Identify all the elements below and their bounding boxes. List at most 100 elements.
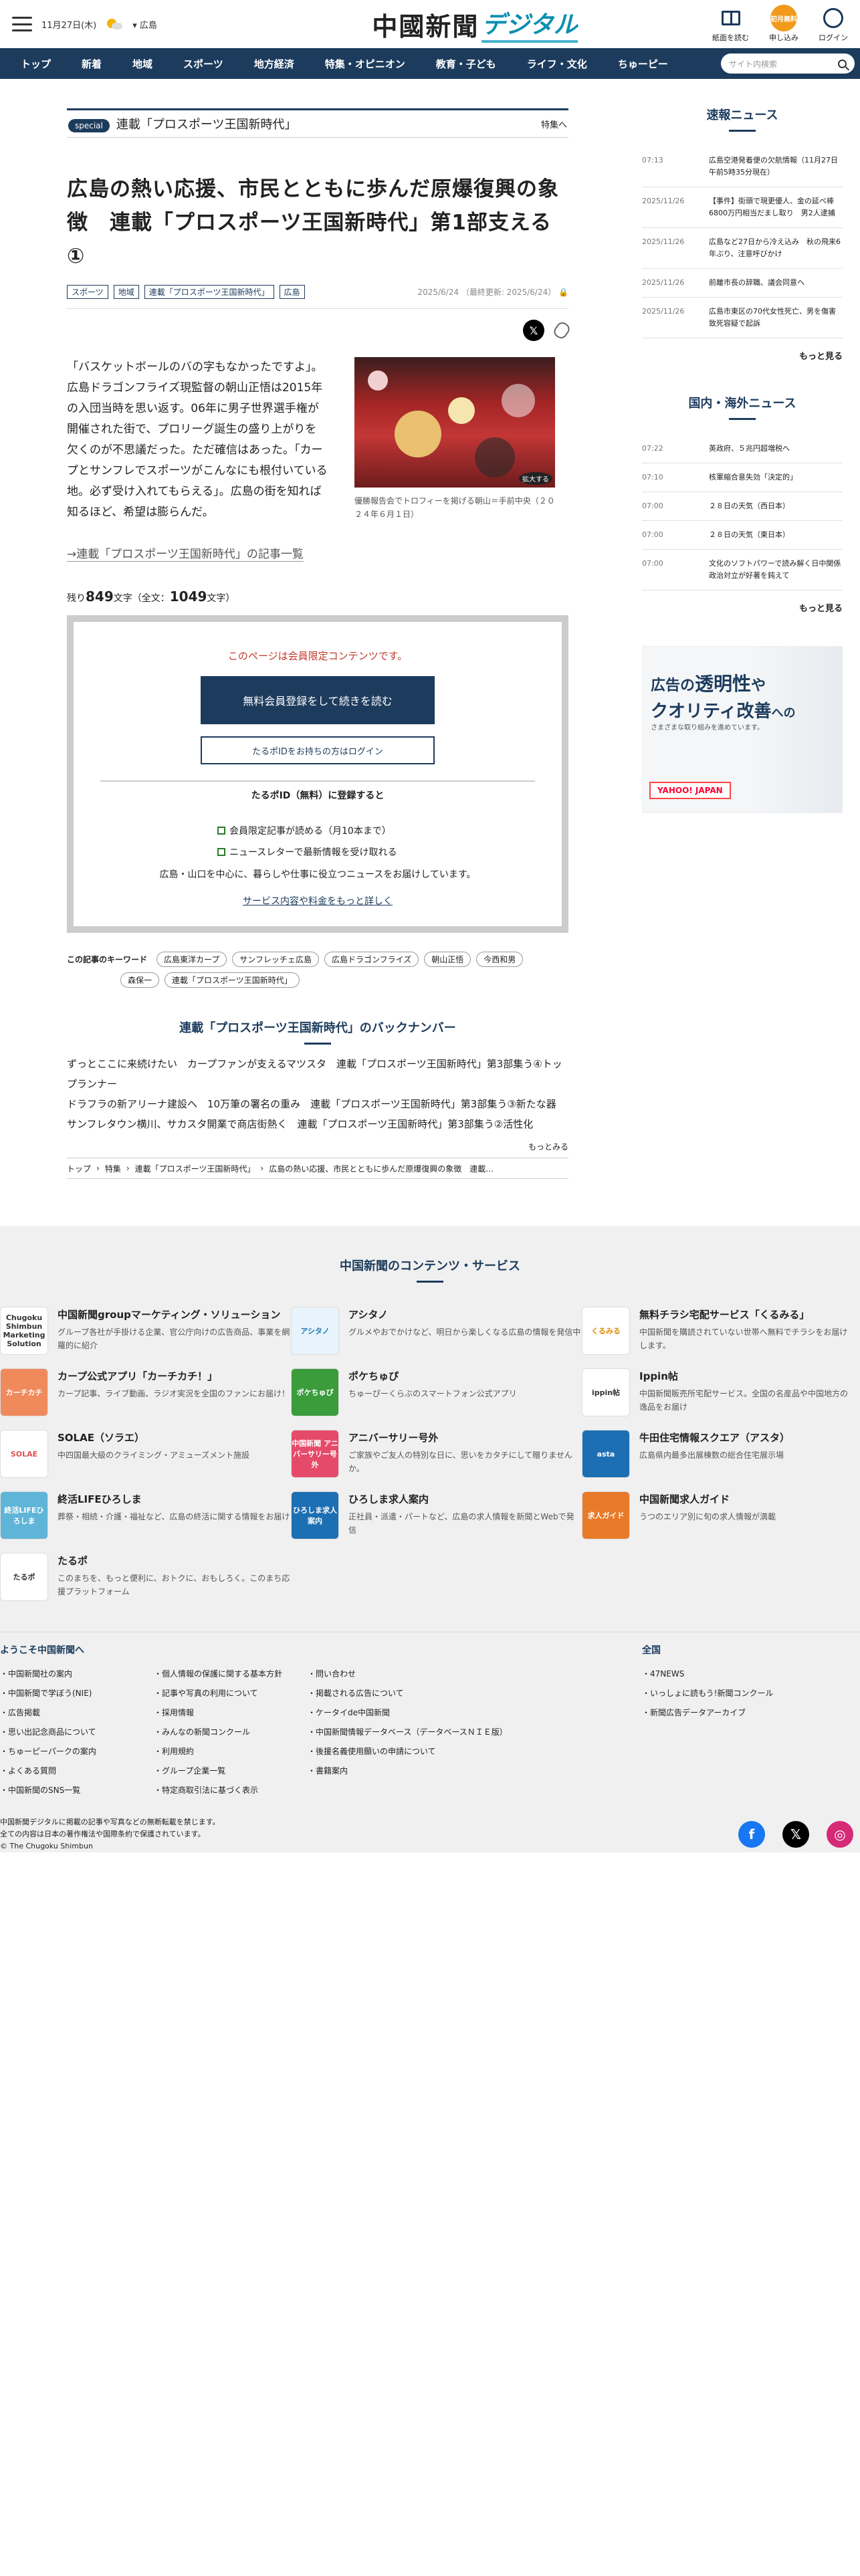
keyword-tag[interactable]: サンフレッチェ広島 <box>232 952 319 967</box>
keyword-tag[interactable]: 森保一 <box>120 972 160 988</box>
footer-link[interactable]: ・中国新聞で学ぼう(NIE) <box>0 1684 154 1703</box>
service-item[interactable]: カーチカチ カープ公式アプリ「カーチカチ！」 カープ記事、ライブ動画、ラジオ実況を… <box>0 1368 291 1416</box>
weather-icon[interactable] <box>106 17 123 31</box>
footer-link[interactable]: ・グループ企業一覧 <box>154 1761 308 1781</box>
backnumber-item[interactable]: サンフレタウン横川、サカスタ開業で商店街熱く 連載「プロスポーツ王国新時代」第3… <box>67 1114 568 1134</box>
service-item[interactable]: ポケちゅぴ ポケちゅぴ ちゅーぴーくらぶのスマートフォン公式アプリ <box>291 1368 582 1416</box>
service-item[interactable]: 中国新聞 アニバーサリー号外 アニバーサリー号外 ご家族やご友人の特別な日に、思い… <box>291 1430 582 1478</box>
login-with-id-button[interactable]: たるポIDをお持ちの方はログイン <box>201 736 435 764</box>
footer-link[interactable]: ・思い出記念商品について <box>0 1723 154 1742</box>
expand-photo-button[interactable]: 拡大する <box>519 472 552 485</box>
nav-education[interactable]: 教育・子ども <box>421 57 512 71</box>
footer-link[interactable]: ・広告掲載 <box>0 1703 154 1723</box>
service-item[interactable]: 終活LIFEひろしま 終活LIFEひろしま 葬祭・相続・介護・福祉など、広島の終活… <box>0 1491 291 1539</box>
register-button[interactable]: 無料会員登録をして続きを読む <box>201 676 435 724</box>
service-item[interactable]: ippin帖 Ippin帖 中国新聞販売所宅配サービス。全国の名産品や中国地方の逸… <box>582 1368 849 1416</box>
footer-link[interactable]: ・よくある質問 <box>0 1761 154 1781</box>
copyright-line: 中国新聞デジタルに掲載の記事や写真などの無断転載を禁じます。 <box>0 1818 220 1826</box>
footer-link[interactable]: ・個人情報の保護に関する基本方針 <box>154 1665 308 1684</box>
nav-economy[interactable]: 地方経済 <box>239 57 310 71</box>
news-item[interactable]: 2025/11/26 広島市東区の70代女性死亡、男を傷害致死容疑で起訴 <box>642 298 843 338</box>
footer-link[interactable]: ・後援名義使用願いの申請について <box>308 1742 522 1761</box>
news-item[interactable]: 2025/11/26 【事件】街頭で現更優人、金の延べ棒6800万円相当だまし取り… <box>642 187 843 228</box>
breadcrumb-item[interactable]: 連載「プロスポーツ王国新時代」 <box>135 1163 255 1174</box>
nav-new[interactable]: 新着 <box>66 57 117 71</box>
service-item[interactable]: asta 牛田住宅情報スクエア（アスタ） 広島県内最多出展棟数の総合住宅展示場 <box>582 1430 849 1478</box>
x-icon[interactable]: 𝕏 <box>782 1821 809 1848</box>
breadcrumb-item[interactable]: 特集 <box>105 1163 121 1174</box>
backnumber-more[interactable]: もっとみる <box>67 1141 568 1152</box>
news-item[interactable]: 07:00 ２８日の天気（西日本） <box>642 492 843 521</box>
news-item[interactable]: 07:10 核軍縮合意失効「決定的」 <box>642 463 843 492</box>
news-item[interactable]: 07:00 文化のソフトパワーで読み解く日中関係 政治対立が好著を鈍えて <box>642 550 843 591</box>
service-item[interactable]: アシタノ アシタノ グルメやおでかけなど、明日から楽しくなる広島の情報を発信中 <box>291 1307 582 1355</box>
search-icon[interactable] <box>838 59 847 68</box>
nav-feature[interactable]: 特集・オピニオン <box>310 57 421 71</box>
search-input[interactable]: サイト内検索 <box>721 53 855 74</box>
footer-link[interactable]: ・新聞広告データアーカイブ <box>642 1703 796 1723</box>
login-button[interactable]: ログイン <box>819 5 848 43</box>
keyword-tag[interactable]: 広島ドラゴンフライズ <box>324 952 419 967</box>
nav-chupy[interactable]: ちゅーピー <box>603 57 683 71</box>
article-photo[interactable]: 拡大する 優勝報告会でトロフィーを掲げる朝山＝手前中央（２０２４年６月１日） <box>354 357 555 523</box>
backnumber-item[interactable]: ドラフラの新アリーナ建設へ 10万筆の署名の重み 連載「プロスポーツ王国新時代」… <box>67 1094 568 1114</box>
x-share-icon[interactable]: 𝕏 <box>523 320 544 341</box>
footer-link[interactable]: ・47NEWS <box>642 1665 796 1684</box>
tag-local[interactable]: 地域 <box>113 285 139 299</box>
news-item[interactable]: 2025/11/26 前離市長の辞職、議会同意へ <box>642 269 843 298</box>
breaking-more-link[interactable]: もっと見る <box>642 349 843 362</box>
facebook-icon[interactable]: f <box>738 1821 765 1848</box>
service-details-link[interactable]: サービス内容や料金をもっと詳しく <box>243 894 393 907</box>
series-list-link[interactable]: →連載「プロスポーツ王国新時代」の記事一覧 <box>67 544 304 562</box>
region-select[interactable]: ▾ 広島 <box>132 18 157 31</box>
service-item[interactable]: ひろしま求人案内 ひろしま求人案内 正社員・派遣・パートなど、広島の求人情報を新聞… <box>291 1491 582 1539</box>
keyword-tag[interactable]: 連載「プロスポーツ王国新時代」 <box>165 972 300 988</box>
footer-link[interactable]: ・いっしょに読もう!新聞コンクール <box>642 1684 796 1703</box>
news-item[interactable]: 07:22 英政府、５兆円超増税へ <box>642 435 843 463</box>
footer-link[interactable]: ・掲載される広告について <box>308 1684 522 1703</box>
news-item[interactable]: 07:13 広島空港発着便の欠航情報（11月27日午前5時35分現在） <box>642 146 843 187</box>
domestic-more-link[interactable]: もっと見る <box>642 601 843 614</box>
footer-link[interactable]: ・ケータイde中国新聞 <box>308 1703 522 1723</box>
footer-link[interactable]: ・中国新聞社の案内 <box>0 1665 154 1684</box>
news-item[interactable]: 07:00 ２８日の天気（東日本） <box>642 521 843 550</box>
footer-link[interactable]: ・みんなの新聞コンクール <box>154 1723 308 1742</box>
special-title[interactable]: 連載「プロスポーツ王国新時代」 <box>116 118 297 132</box>
footer-link[interactable]: ・問い合わせ <box>308 1665 522 1684</box>
site-logo[interactable]: 中國新聞 デジタル <box>372 5 578 43</box>
tag-sports[interactable]: スポーツ <box>67 285 108 299</box>
read-paper-button[interactable]: 紙面を読む <box>712 5 749 43</box>
nav-sports[interactable]: スポーツ <box>168 57 239 71</box>
nav-life[interactable]: ライフ・文化 <box>512 57 603 71</box>
service-item[interactable]: 求人ガイド 中国新聞求人ガイド うつのエリア別に旬の求人情報が満載 <box>582 1491 849 1539</box>
tag-hiroshima[interactable]: 広島 <box>279 285 305 299</box>
backnumber-item[interactable]: ずっとここに来続けたい カープファンが支えるマツスタ 連載「プロスポーツ王国新時… <box>67 1054 568 1094</box>
service-item[interactable]: Chugoku Shimbun Marketing Solution 中国新聞g… <box>0 1307 291 1355</box>
keyword-tag[interactable]: 朝山正悟 <box>424 952 471 967</box>
footer-link[interactable]: ・利用規約 <box>154 1742 308 1761</box>
nav-local[interactable]: 地域 <box>117 57 168 71</box>
footer-link[interactable]: ・採用情報 <box>154 1703 308 1723</box>
photo-image[interactable]: 拡大する <box>354 357 555 488</box>
keyword-tag[interactable]: 広島東洋カープ <box>156 952 227 967</box>
breadcrumb-item[interactable]: トップ <box>67 1163 91 1174</box>
footer-link[interactable]: ・書籍案内 <box>308 1761 522 1781</box>
service-item[interactable]: くるみる 無料チラシ宅配サービス「くるみる」 中国新聞を購読されていない世帯へ無料… <box>582 1307 849 1355</box>
footer-link[interactable]: ・記事や写真の利用について <box>154 1684 308 1703</box>
tag-series[interactable]: 連載「プロスポーツ王国新時代」 <box>144 285 274 299</box>
sidebar-ad[interactable]: 広告の透明性や クオリティ改善への さまざまな取り組みを進めています。 YAHO… <box>642 646 843 813</box>
special-link[interactable]: 特集へ <box>541 118 567 130</box>
nav-top[interactable]: トップ <box>5 57 66 71</box>
subscribe-button[interactable]: 初月無料 申し込み <box>769 5 798 43</box>
footer-link[interactable]: ・中国新聞のSNS一覧 <box>0 1781 154 1800</box>
footer-link[interactable]: ・中国新聞情報データベース（データベースＮＩＥ版） <box>308 1723 522 1742</box>
copy-link-icon[interactable] <box>551 320 572 341</box>
footer-link[interactable]: ・特定商取引法に基づく表示 <box>154 1781 308 1800</box>
service-item[interactable]: たるポ たるポ このまちを、もっと便利に、おトクに、おもしろく。このまち応援プラッ… <box>0 1553 291 1601</box>
keyword-tag[interactable]: 今西和男 <box>476 952 524 967</box>
news-item[interactable]: 2025/11/26 広島など27日から冷え込み 秋の飛来6年ぶり、注意呼びかけ <box>642 228 843 269</box>
hamburger-menu-icon[interactable] <box>12 17 32 31</box>
instagram-icon[interactable]: ◎ <box>827 1821 853 1848</box>
footer-link[interactable]: ・ちゅーピーパークの案内 <box>0 1742 154 1761</box>
service-item[interactable]: SOLAE SOLAE（ソラエ） 中四国最大級のクライミング・アミューズメント施設 <box>0 1430 291 1478</box>
